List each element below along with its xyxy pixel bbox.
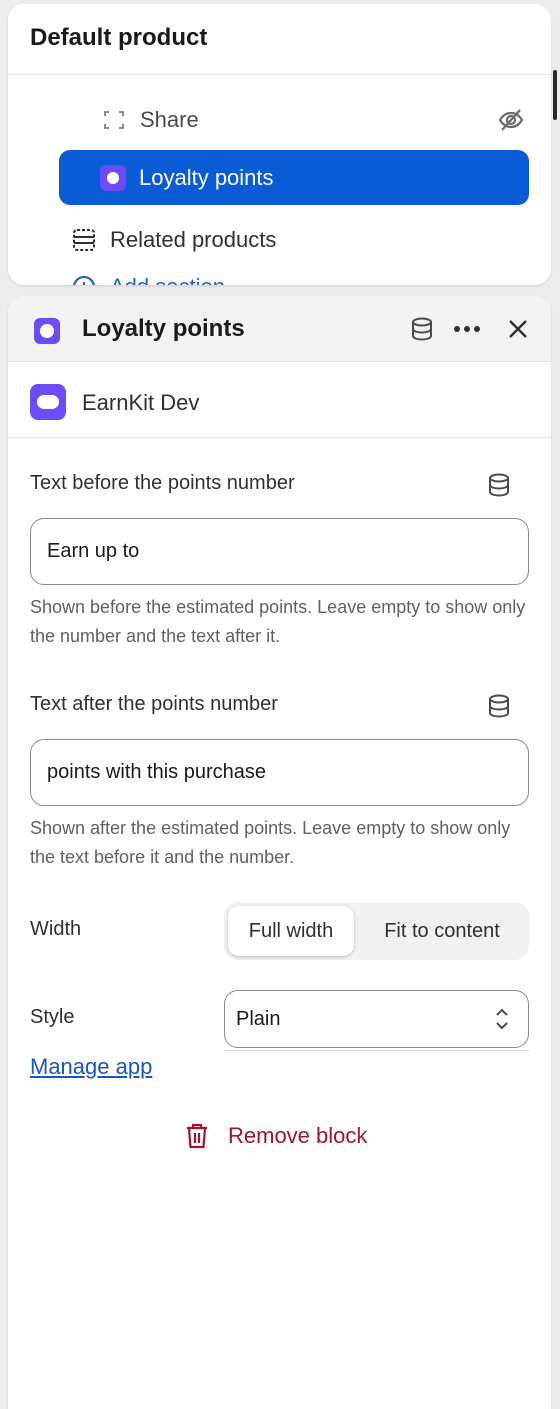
scrollbar[interactable] — [553, 70, 557, 120]
style-select[interactable]: Plain — [224, 990, 529, 1048]
tree-item-related-products[interactable]: Related products — [70, 220, 276, 260]
dynamic-source-icon[interactable] — [406, 313, 438, 345]
remove-block-button[interactable]: Remove block — [184, 1122, 367, 1150]
width-label: Width — [30, 918, 82, 940]
tree-item-label: Related products — [110, 227, 277, 252]
block-settings-panel: Loyalty points EarnKit Dev Text before t… — [8, 296, 551, 1409]
style-label: Style — [30, 1006, 75, 1028]
before-text-input[interactable] — [30, 518, 529, 585]
after-text-label: Text after the points number — [30, 693, 278, 715]
plus-circle-icon — [70, 273, 98, 285]
share-dashed-icon — [100, 106, 128, 134]
app-block-icon — [34, 318, 60, 344]
trash-icon — [184, 1122, 210, 1150]
width-option-full[interactable]: Full width — [228, 906, 354, 956]
panel-title: Loyalty points — [82, 315, 245, 342]
tree-item-label: Loyalty points — [139, 164, 274, 190]
panel-header: Loyalty points — [8, 296, 551, 362]
style-select-value: Plain — [236, 1007, 281, 1030]
app-name: EarnKit Dev — [82, 390, 200, 415]
width-option-fit[interactable]: Fit to content — [358, 906, 526, 956]
before-text-help: Shown before the estimated points. Leave… — [30, 597, 526, 646]
more-actions-icon[interactable] — [451, 313, 483, 345]
section-title: Default product — [30, 24, 208, 51]
tree-item-label: Share — [140, 107, 199, 132]
chevron-up-down-icon — [494, 1006, 510, 1038]
divider — [8, 74, 551, 75]
tree-item-loyalty-points[interactable]: Loyalty points — [59, 150, 529, 205]
divider — [224, 1050, 529, 1051]
add-section-button[interactable]: Add section — [70, 272, 225, 285]
section-tree-card: Default product Share Loyalty points Rel… — [8, 4, 551, 285]
add-section-label: Add section — [110, 274, 225, 285]
tree-item-share[interactable]: Share — [100, 100, 525, 140]
after-text-input[interactable] — [30, 739, 529, 806]
manage-app-link[interactable]: Manage app — [30, 1054, 152, 1080]
dynamic-source-icon[interactable] — [486, 472, 512, 498]
eye-hidden-icon[interactable] — [497, 106, 525, 140]
close-icon[interactable] — [502, 313, 534, 345]
app-logo-icon — [30, 384, 66, 420]
after-text-help: Shown after the estimated points. Leave … — [30, 818, 511, 867]
section-icon — [70, 226, 98, 254]
width-segmented-control: Full width Fit to content — [224, 902, 529, 960]
before-text-label: Text before the points number — [30, 472, 295, 494]
app-block-icon — [99, 164, 127, 192]
app-source-row: EarnKit Dev — [8, 362, 551, 438]
dynamic-source-icon[interactable] — [486, 693, 512, 719]
remove-block-label: Remove block — [228, 1123, 368, 1148]
